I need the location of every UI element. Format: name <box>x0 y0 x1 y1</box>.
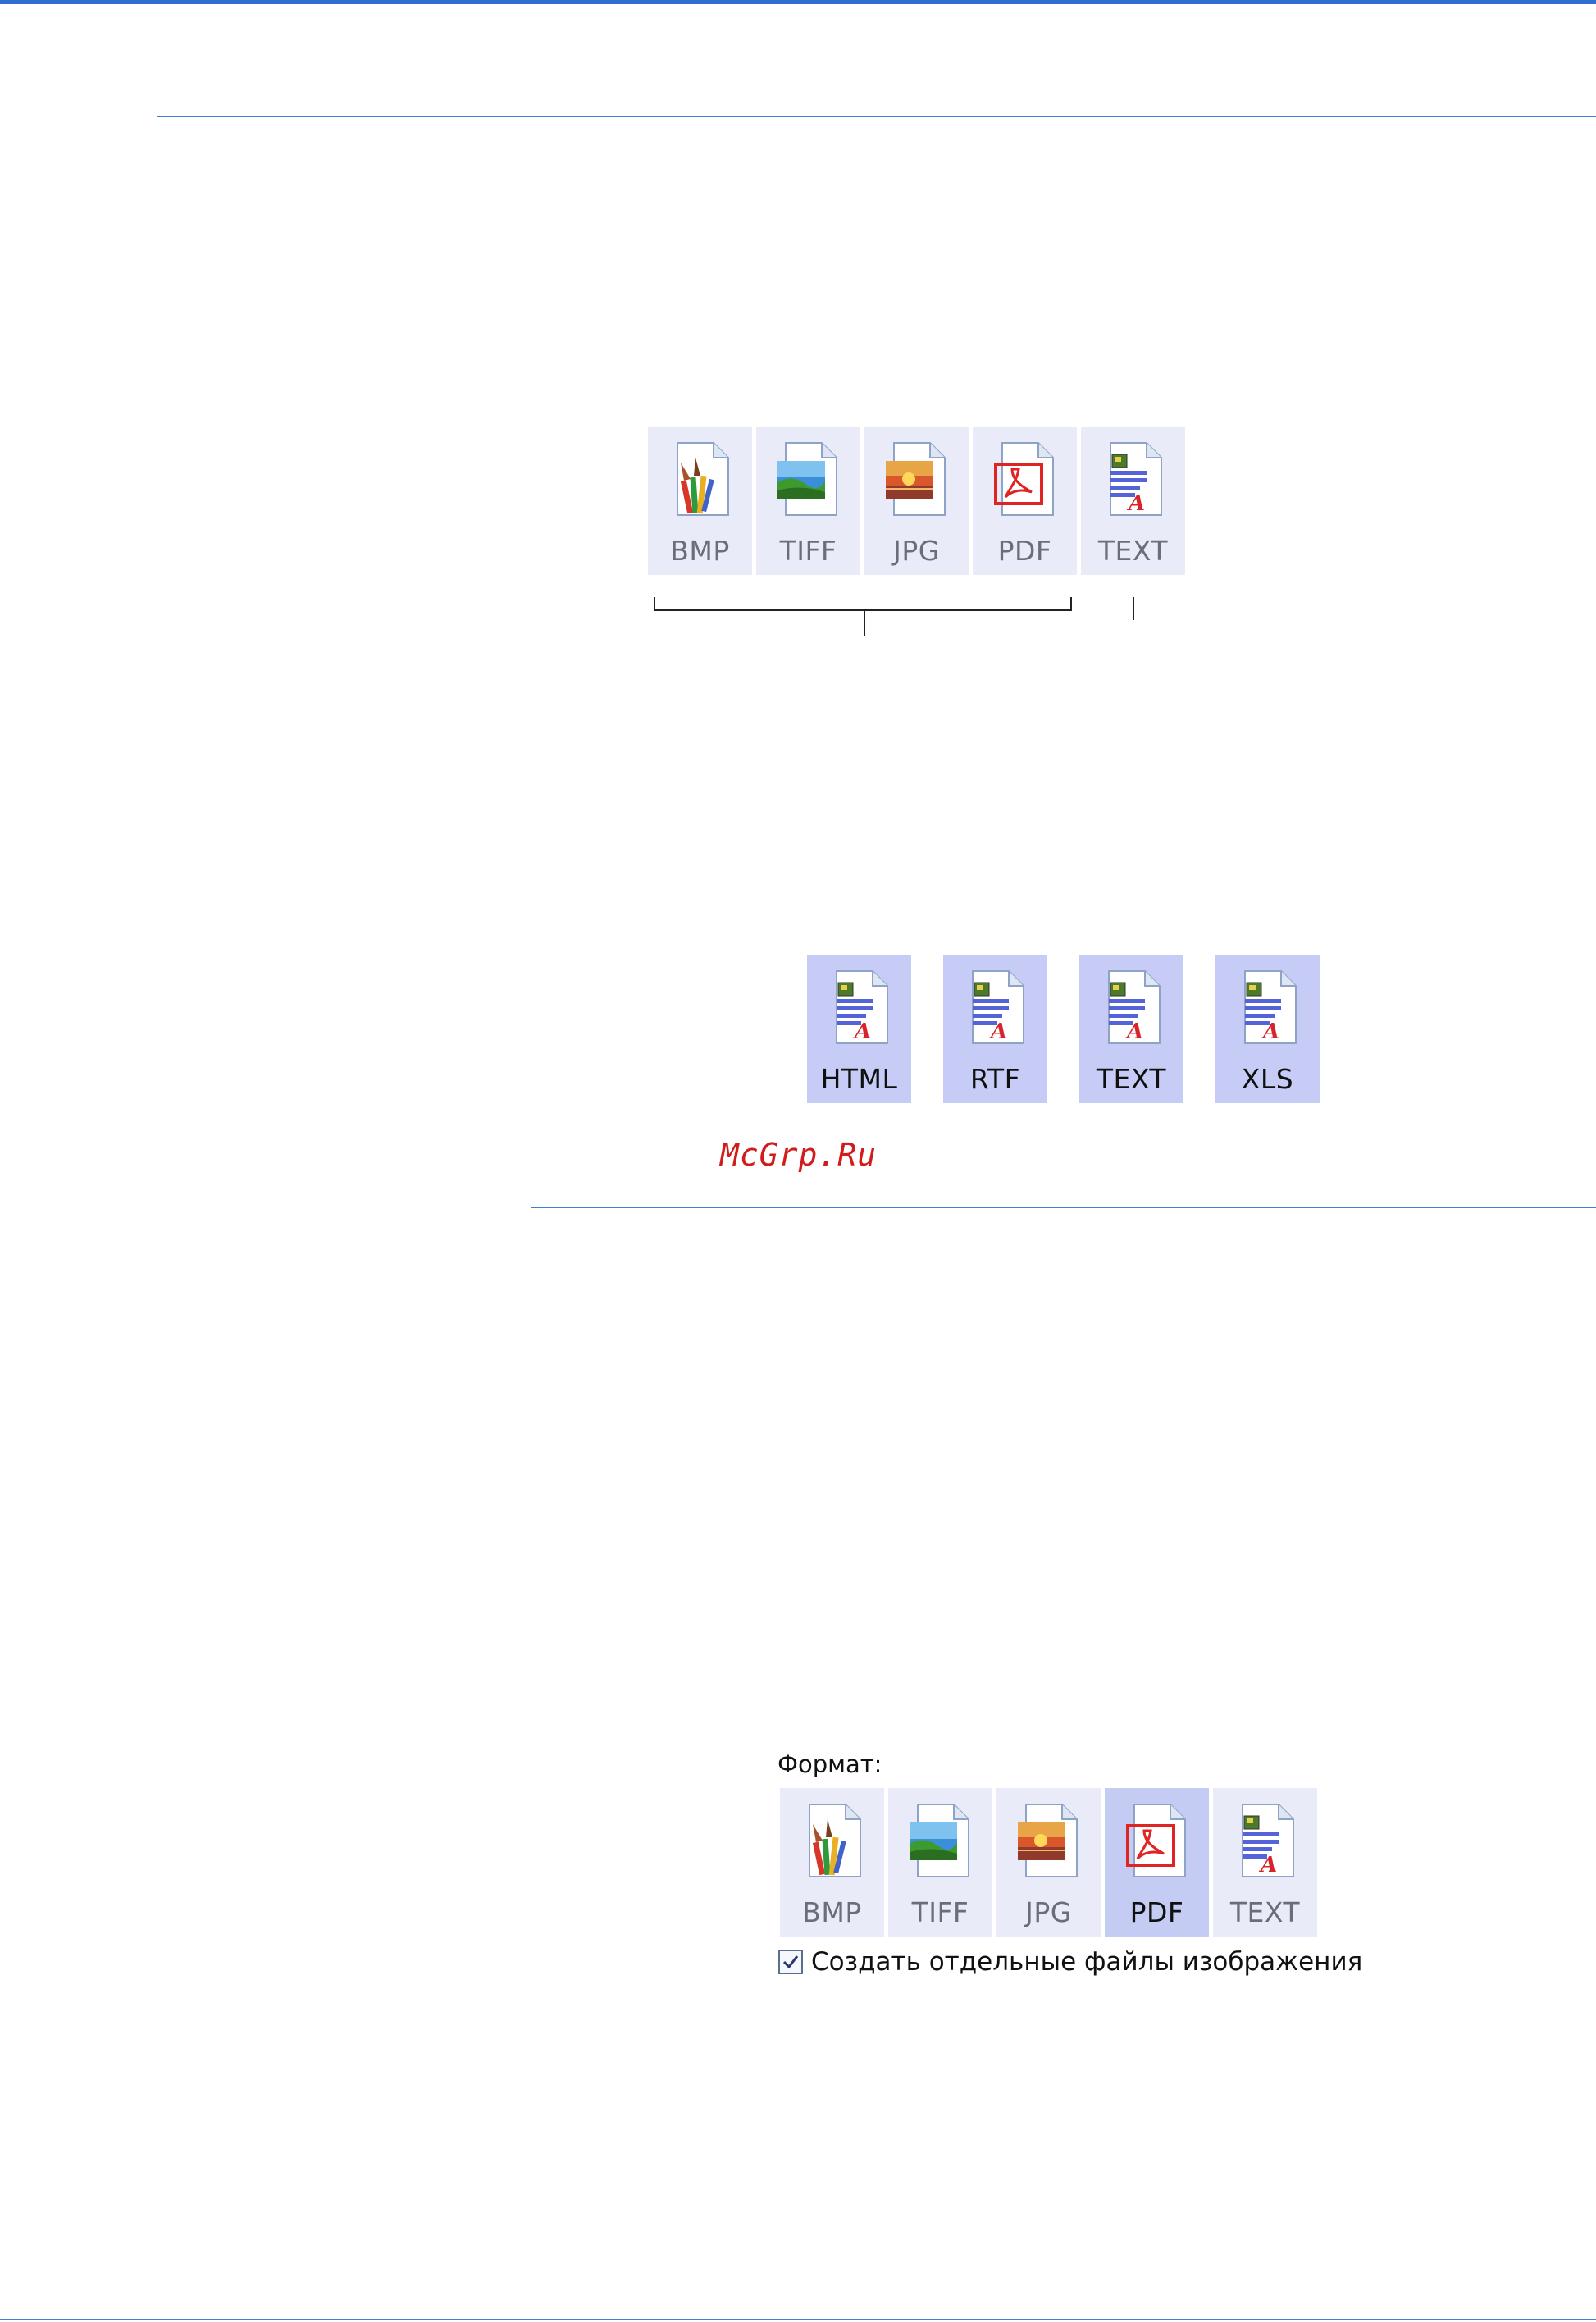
format-tile-text[interactable]: TEXT <box>1081 427 1185 575</box>
text-file-icon <box>1091 966 1173 1048</box>
tiff-file-icon <box>900 1800 982 1882</box>
format-strip-2: HTML RTF TEXT XLS <box>807 955 1320 1103</box>
pdf-file-icon <box>1116 1800 1198 1882</box>
format-tile-jpg[interactable]: JPG <box>996 1788 1101 1937</box>
format-label: XLS <box>1241 1063 1294 1095</box>
format-label: BMP <box>802 1896 862 1928</box>
rtf-file-icon <box>955 966 1037 1048</box>
format-label: TEXT <box>1096 1063 1167 1095</box>
jpg-file-icon <box>876 438 958 520</box>
format-tile-tiff[interactable]: TIFF <box>756 427 860 575</box>
format-tile-pdf-selected[interactable]: PDF <box>1105 1788 1209 1937</box>
format-tile-xls[interactable]: XLS <box>1215 955 1320 1103</box>
jpg-file-icon <box>1008 1800 1090 1882</box>
format-label: PDF <box>1129 1896 1184 1928</box>
format-label: RTF <box>969 1063 1021 1095</box>
separate-files-label: Создать отдельные файлы изображения <box>811 1947 1363 1977</box>
format-label: JPG <box>1025 1896 1072 1928</box>
top-rule <box>0 0 1596 4</box>
text-file-icon <box>1224 1800 1306 1882</box>
bmp-file-icon <box>791 1800 873 1882</box>
section-divider-1 <box>157 116 1596 117</box>
separate-files-option[interactable]: Создать отдельные файлы изображения <box>778 1947 1362 1977</box>
grouping-bracket <box>654 597 1134 636</box>
format-tile-bmp[interactable]: BMP <box>780 1788 884 1937</box>
format-panel-strip: BMP TIFF JPG PDF TEXT <box>780 1788 1317 1937</box>
format-tile-html[interactable]: HTML <box>807 955 911 1103</box>
pdf-file-icon <box>984 438 1066 520</box>
xls-file-icon <box>1227 966 1309 1048</box>
format-label: BMP <box>670 535 730 567</box>
bmp-file-icon <box>659 438 741 520</box>
separate-files-checkbox[interactable] <box>778 1950 803 1974</box>
html-file-icon <box>819 966 901 1048</box>
bottom-rule <box>0 2319 1596 2320</box>
format-label: JPG <box>893 535 940 567</box>
watermark: McGrp.Ru <box>720 1137 878 1173</box>
format-label: TIFF <box>911 1896 969 1928</box>
format-tile-rtf[interactable]: RTF <box>943 955 1047 1103</box>
format-label: HTML <box>820 1063 898 1095</box>
format-tile-bmp[interactable]: BMP <box>648 427 752 575</box>
format-tile-pdf[interactable]: PDF <box>973 427 1077 575</box>
format-label: PDF <box>997 535 1052 567</box>
text-file-icon <box>1092 438 1174 520</box>
format-label-heading: Формат: <box>777 1750 882 1778</box>
format-tile-text[interactable]: TEXT <box>1079 955 1183 1103</box>
section-divider-2 <box>531 1207 1596 1208</box>
format-tile-tiff[interactable]: TIFF <box>888 1788 992 1937</box>
format-label: TIFF <box>779 535 837 567</box>
format-label: TEXT <box>1097 535 1169 567</box>
checkmark-icon <box>782 1955 799 1969</box>
format-tile-text[interactable]: TEXT <box>1213 1788 1317 1937</box>
format-tile-jpg[interactable]: JPG <box>864 427 969 575</box>
format-strip-1: BMP TIFF JPG PDF TEXT <box>648 427 1185 575</box>
tiff-file-icon <box>768 438 850 520</box>
format-label: TEXT <box>1229 1896 1301 1928</box>
